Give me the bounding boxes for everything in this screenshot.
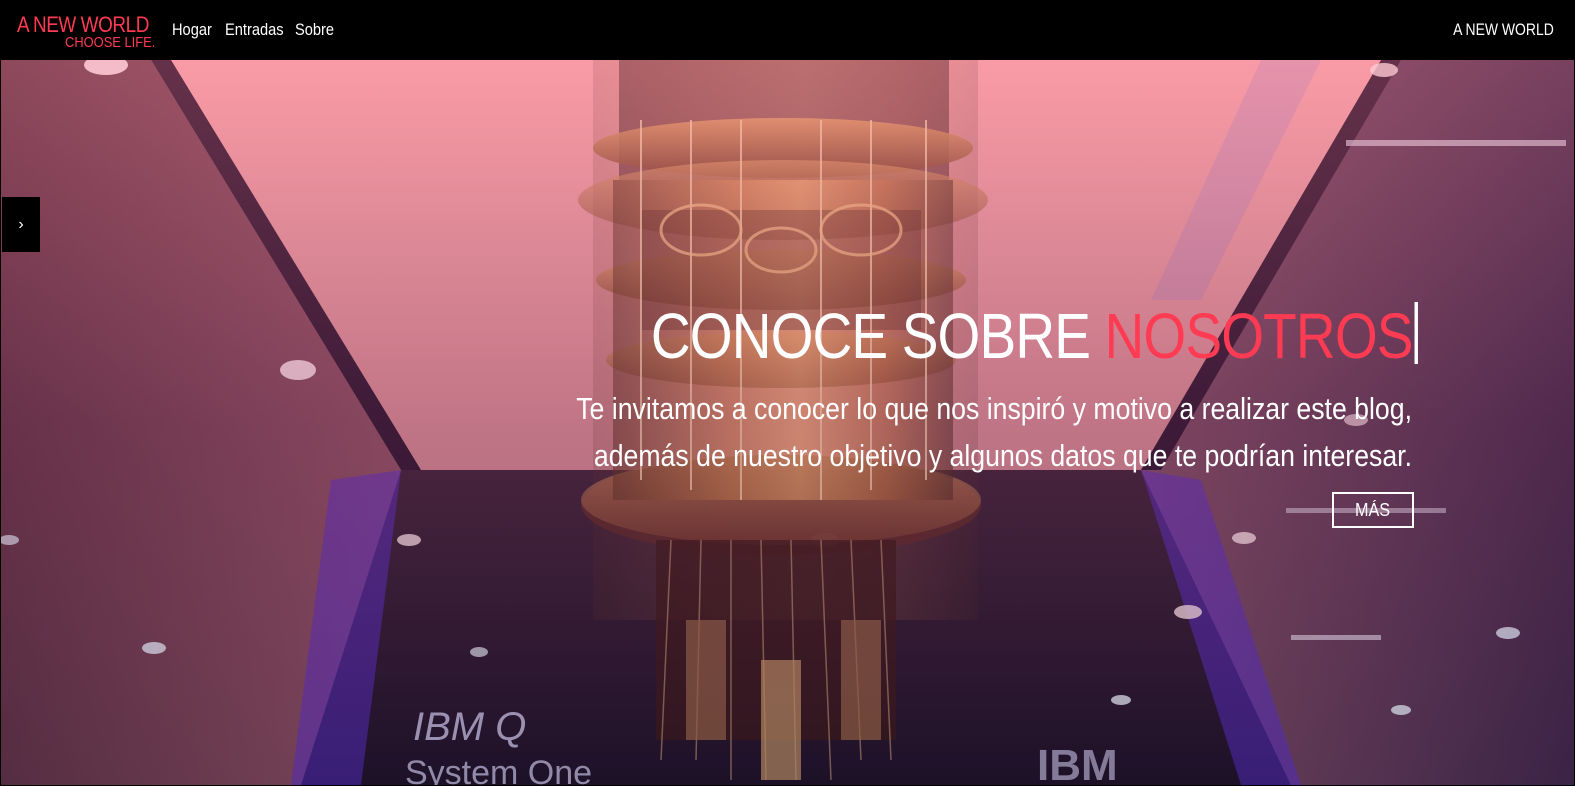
nav-link-sobre[interactable]: Sobre	[295, 19, 334, 41]
page: A NEW WORLD CHOOSE LIFE. Hogar Entradas …	[0, 0, 1575, 786]
nav-links: Hogar Entradas Sobre	[172, 19, 335, 41]
nav-link-hogar[interactable]: Hogar	[172, 19, 218, 41]
nav-link-entradas[interactable]: Entradas	[225, 19, 285, 41]
more-button-label: MÁS	[1355, 500, 1391, 520]
headline-accent: NOSOTROS	[1104, 300, 1414, 372]
headline-main: CONOCE SOBRE	[651, 300, 1105, 372]
top-navbar: A NEW WORLD CHOOSE LIFE. Hogar Entradas …	[1, 1, 1574, 60]
nav-right-brand[interactable]: A NEW WORLD	[1453, 19, 1554, 41]
hero-description-line-1: Te invitamos a conocer lo que nos inspir…	[576, 391, 1412, 426]
brand-logo[interactable]: A NEW WORLD CHOOSE LIFE.	[17, 13, 156, 53]
chevron-right-icon: ›	[18, 216, 24, 233]
hero-description: Te invitamos a conocer lo que nos inspir…	[552, 385, 1412, 479]
sign-ibm-q: IBM Q	[413, 705, 526, 749]
sign-ibm: IBM	[1037, 741, 1118, 785]
more-button[interactable]: MÁS	[1332, 492, 1414, 528]
brand-tagline: CHOOSE LIFE.	[65, 34, 156, 51]
sign-system-one: System One	[405, 754, 592, 785]
hero-headline: CONOCE SOBRE NOSOTROS	[651, 296, 1418, 376]
carousel-next-button[interactable]: ›	[2, 197, 40, 252]
hero-description-line-2: además de nuestro objetivo y algunos dat…	[593, 438, 1412, 473]
hero-banner: IBM Q System One IBM CONOCE SOBRE NOSOTR…	[1, 60, 1574, 785]
typing-cursor	[1414, 302, 1418, 364]
